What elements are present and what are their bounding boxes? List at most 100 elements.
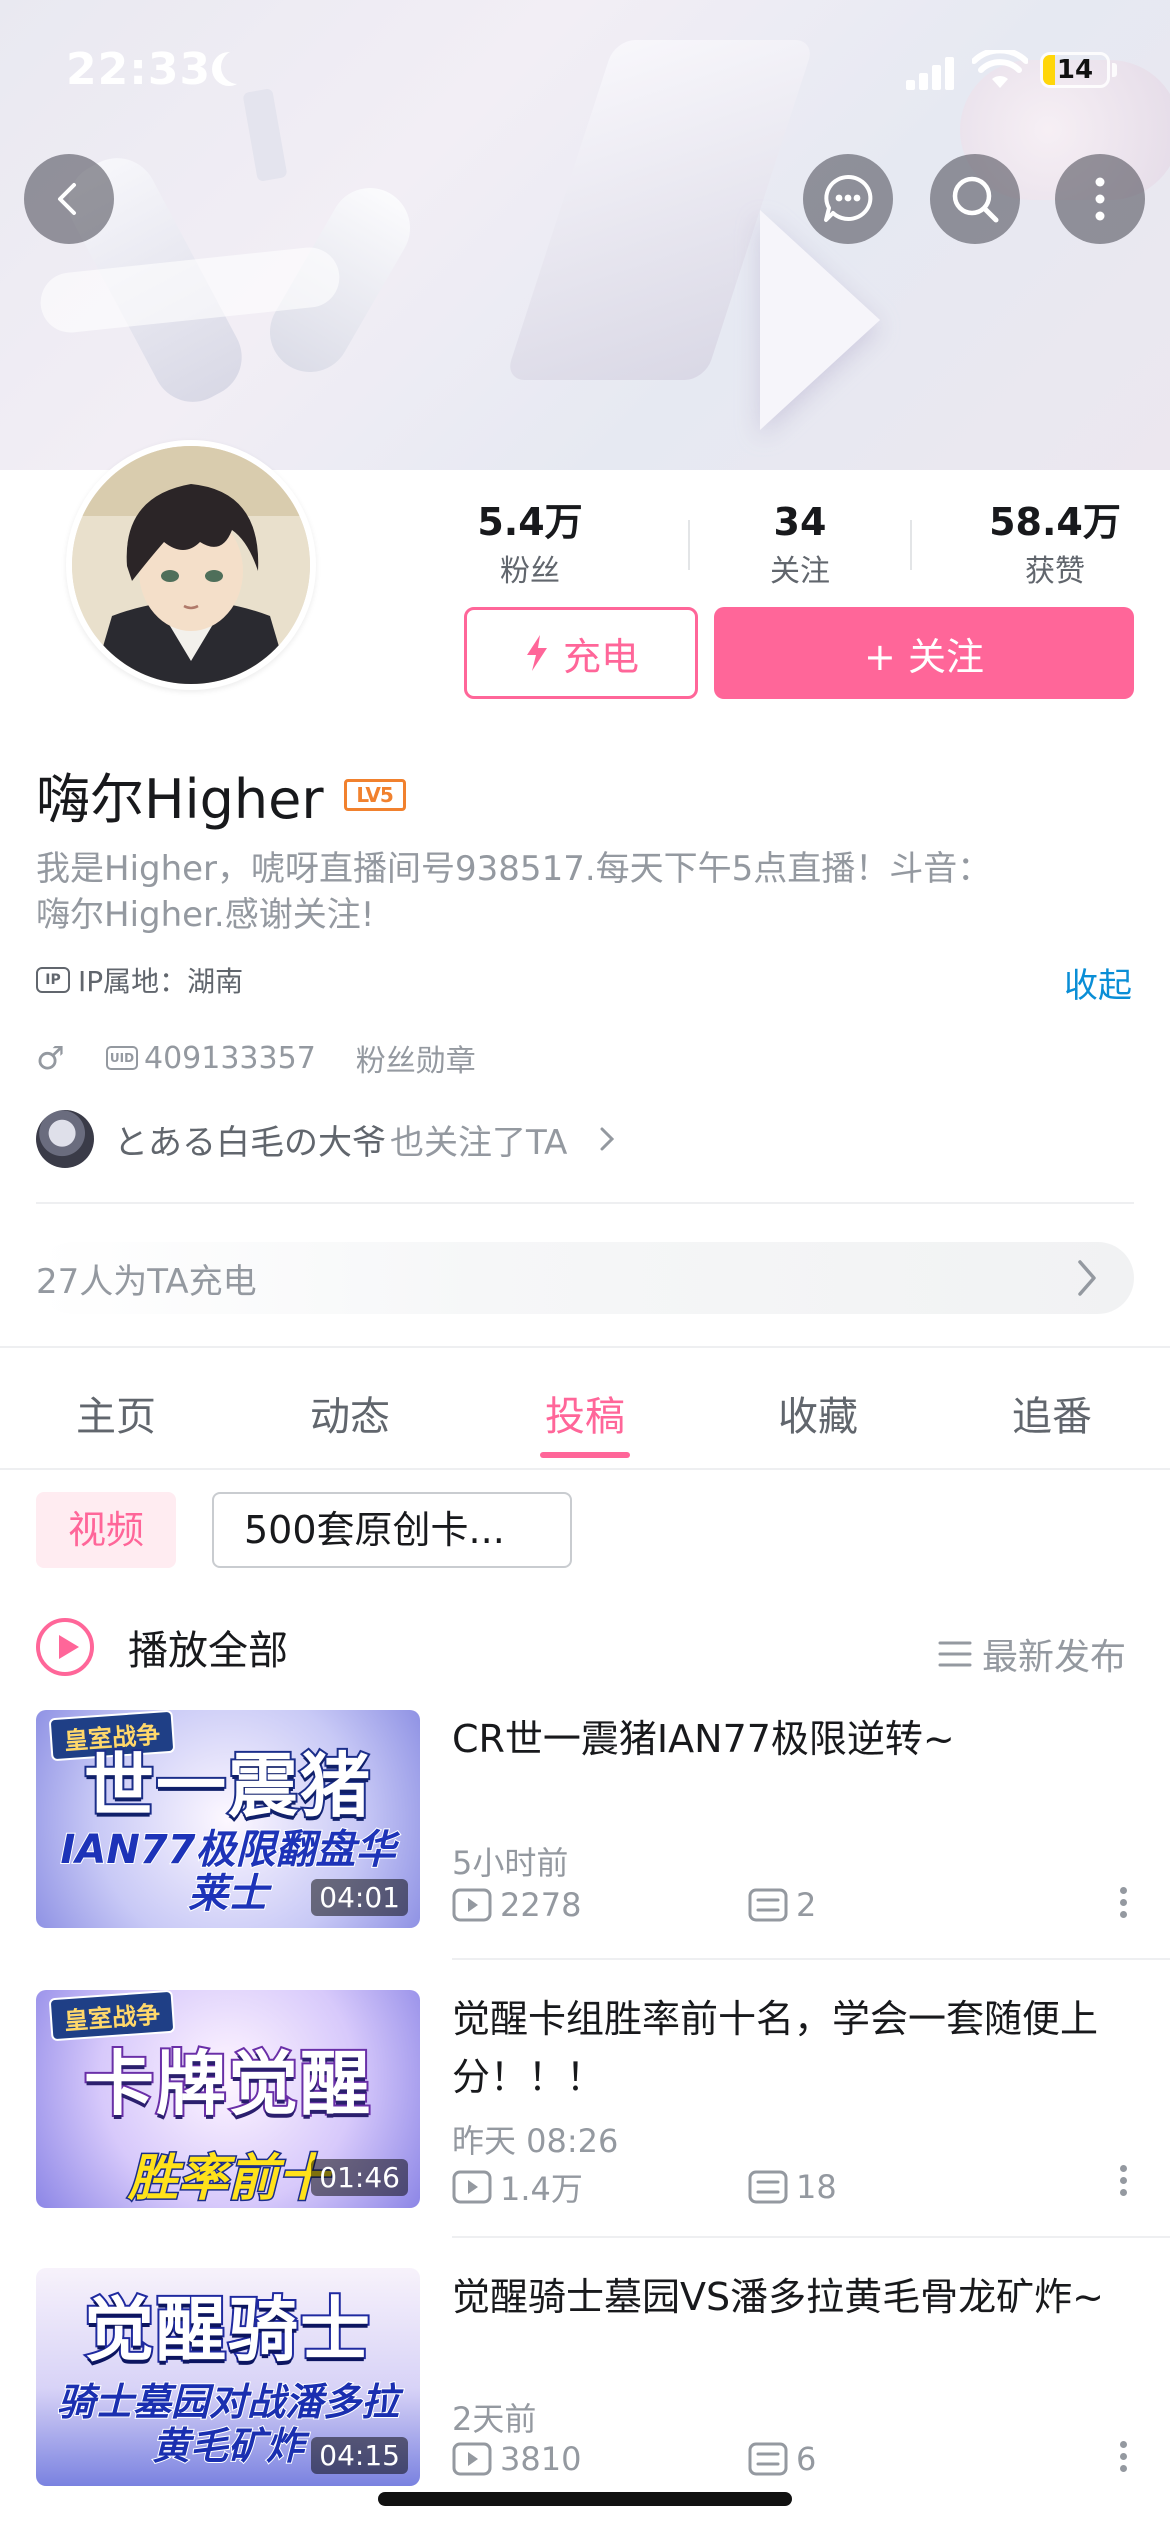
tab-bangumi[interactable]: 追番	[972, 1384, 1132, 1442]
thumbnail-title: 世一震猪	[82, 1743, 372, 1829]
stat-value: 34	[773, 500, 827, 544]
stat-fans[interactable]: 5.4万 粉丝	[430, 500, 630, 590]
sort-label: 最新发布	[981, 1637, 1126, 1678]
comment-count: 6	[796, 2440, 817, 2478]
video-title[interactable]: 觉醒骑士墓园VS潘多拉黄毛骨龙矿炸~	[452, 2268, 1122, 2326]
fan-medal-link[interactable]: 粉丝勋章	[356, 1036, 476, 1080]
comment-icon	[748, 2442, 788, 2476]
stat-label: 获赞	[1025, 554, 1085, 589]
back-button[interactable]	[24, 154, 114, 244]
follow-button[interactable]: + 关注	[714, 607, 1134, 699]
bio-text: 我是Higher，唬呀直播间号938517.每天下午5点直播！斗音：嗨尔High…	[36, 849, 992, 935]
video-duration: 01:46	[311, 2159, 408, 2196]
view-count: 1.4万	[500, 2170, 583, 2208]
video-duration: 04:01	[311, 1879, 408, 1916]
video-time: 5小时前	[452, 1844, 569, 1882]
video-thumbnail[interactable]: 皇室战争 卡牌觉醒 胜率前十 01:46	[36, 1990, 420, 2208]
banner-decoration	[760, 210, 880, 430]
comment-count: 2	[796, 1886, 817, 1924]
video-item[interactable]: 皇室战争 卡牌觉醒 胜率前十 01:46 觉醒卡组胜率前十名，学会一套随便上分！…	[0, 1990, 1170, 2240]
charge-button[interactable]: 充电	[464, 607, 698, 699]
charge-list-bar[interactable]: 27人为TA充电	[36, 1242, 1134, 1314]
comment-icon	[748, 1888, 788, 1922]
filter-video-chip[interactable]: 视频	[36, 1492, 176, 1568]
stat-label: 关注	[770, 554, 830, 589]
stat-likes[interactable]: 58.4万 获赞	[955, 500, 1155, 590]
battery-icon: 14	[1040, 52, 1110, 88]
moon-icon	[221, 50, 255, 84]
video-more-icon[interactable]	[1118, 2160, 1128, 2201]
message-icon	[824, 174, 873, 222]
video-stats: 1.4万 18	[452, 2164, 1132, 2210]
video-item[interactable]: 皇室战争 世一震猪 IAN77极限翻盘华莱士 04:01 CR世一震猪IAN77…	[0, 1710, 1170, 1960]
play-all-button[interactable]: 播放全部	[36, 1618, 288, 1676]
stat-value: 58.4万	[989, 500, 1121, 544]
view-count: 2278	[500, 1886, 582, 1924]
play-icon	[36, 1618, 94, 1676]
search-button[interactable]	[930, 154, 1020, 244]
tab-home[interactable]: 主页	[36, 1384, 196, 1442]
ip-location: IP属地：湖南	[78, 965, 244, 998]
tab-dynamics[interactable]: 动态	[270, 1384, 430, 1442]
charge-count: 27人为TA充电	[36, 1261, 257, 1302]
video-more-icon[interactable]	[1118, 2436, 1128, 2477]
status-bar: 22:33 14	[0, 0, 1170, 140]
tab-submissions[interactable]: 投稿	[505, 1384, 665, 1442]
divider	[36, 1202, 1134, 1204]
video-duration: 04:15	[311, 2437, 408, 2474]
mutual-avatar	[36, 1110, 94, 1168]
more-icon	[1095, 177, 1105, 221]
comment-count: 18	[796, 2168, 837, 2206]
video-title[interactable]: CR世一震猪IAN77极限逆转~	[452, 1710, 1122, 1768]
search-icon	[952, 176, 999, 223]
uid-icon: UID	[106, 1046, 138, 1070]
avatar[interactable]	[66, 440, 316, 690]
play-count-icon	[452, 1888, 492, 1922]
divider	[452, 1958, 1170, 1960]
profile-tabs: 主页 动态 投稿 收藏 追番	[0, 1348, 1170, 1468]
video-more-icon[interactable]	[1118, 1882, 1128, 1923]
follow-button-label: + 关注	[864, 634, 984, 679]
username: 嗨尔Higher	[36, 768, 324, 831]
list-icon	[938, 1641, 972, 1667]
video-stats: 2278 2	[452, 1886, 1132, 1924]
video-stats: 3810 6	[452, 2440, 1132, 2478]
name-row: 嗨尔Higher LV5	[36, 755, 406, 834]
filter-collection-chip[interactable]: 500套原创卡...	[212, 1492, 572, 1568]
status-time: 22:33	[66, 44, 212, 95]
play-count-icon	[452, 2442, 492, 2476]
video-time: 昨天 08:26	[452, 2122, 619, 2160]
mutual-text: 也关注了TA	[390, 1122, 568, 1163]
stat-following[interactable]: 34 关注	[700, 500, 900, 590]
chevron-right-icon	[600, 1127, 615, 1151]
video-thumbnail[interactable]: 觉醒骑士 骑士墓园对战潘多拉黄毛矿炸 04:15	[36, 2268, 420, 2486]
lightning-icon	[526, 635, 547, 671]
mutual-follow-row[interactable]: とある白毛の大爷 也关注了TA	[36, 1110, 617, 1168]
video-title[interactable]: 觉醒卡组胜率前十名，学会一套随便上分！！！	[452, 1990, 1122, 2106]
video-item[interactable]: 觉醒骑士 骑士墓园对战潘多拉黄毛矿炸 04:15 觉醒骑士墓园VS潘多拉黄毛骨龙…	[0, 2268, 1170, 2518]
view-count: 3810	[500, 2440, 582, 2478]
uid-value[interactable]: 409133357	[144, 1041, 316, 1076]
thumbnail-title: 觉醒骑士	[82, 2287, 372, 2373]
divider	[688, 520, 690, 570]
thumbnail-title: 卡牌觉醒	[82, 2041, 372, 2127]
message-button[interactable]	[803, 154, 893, 244]
video-thumbnail[interactable]: 皇室战争 世一震猪 IAN77极限翻盘华莱士 04:01	[36, 1710, 420, 1928]
play-count-icon	[452, 2170, 492, 2204]
mutual-name: とある白毛の大爷	[114, 1122, 386, 1163]
ip-location-row: IP IP属地：湖南	[36, 960, 243, 1000]
play-all-label: 播放全部	[128, 1628, 288, 1674]
tab-favorites[interactable]: 收藏	[738, 1384, 898, 1442]
avatar-image	[72, 446, 310, 684]
home-indicator[interactable]	[378, 2492, 792, 2506]
chevron-right-icon	[1078, 1260, 1096, 1296]
divider	[0, 1468, 1170, 1470]
more-button[interactable]	[1055, 154, 1145, 244]
stat-label: 粉丝	[500, 554, 560, 589]
collapse-link[interactable]: 收起	[1064, 958, 1132, 1007]
ip-icon: IP	[36, 967, 70, 993]
cellular-signal-icon	[906, 56, 956, 90]
active-tab-indicator	[540, 1452, 630, 1458]
battery-level: 14	[1056, 55, 1094, 85]
sort-button[interactable]: 最新发布	[938, 1628, 1126, 1680]
